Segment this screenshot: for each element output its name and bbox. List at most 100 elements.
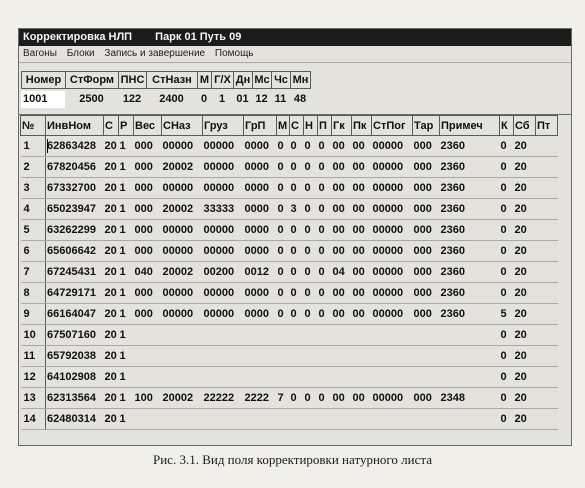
table-cell[interactable]: 1 xyxy=(118,219,134,241)
table-cell[interactable] xyxy=(535,324,558,346)
table-row[interactable]: 1 62863428 20 1 000 00000 00000 0000 0 0 0 0 00 00 000… xyxy=(20,135,558,157)
table-cell[interactable]: 0 xyxy=(499,324,514,346)
header-field-input[interactable]: 12 xyxy=(252,91,271,108)
table-cell[interactable] xyxy=(202,408,244,430)
table-row[interactable]: 9 66164047 20 1 000 00000 00000 0000 0 0 0 0 00 00 000… xyxy=(20,303,558,325)
table-cell[interactable]: 62480314 xyxy=(45,408,104,430)
header-field-input[interactable]: 2400 xyxy=(146,91,197,108)
table-row[interactable]: 12 64102908 20 1 0 20 xyxy=(20,366,558,388)
table-cell[interactable] xyxy=(439,324,500,346)
table-cell[interactable]: 00 xyxy=(351,177,372,199)
table-cell[interactable] xyxy=(289,408,304,430)
table-cell[interactable]: 00000 xyxy=(371,135,413,157)
table-cell[interactable]: 20002 xyxy=(161,261,203,283)
table-cell[interactable]: 000 xyxy=(412,198,440,220)
table-cell[interactable] xyxy=(331,408,352,430)
table-cell[interactable] xyxy=(161,408,203,430)
table-cell[interactable]: 00000 xyxy=(161,282,203,304)
table-cell[interactable]: 00 xyxy=(331,240,352,262)
table-cell[interactable]: 00000 xyxy=(202,156,244,178)
table-cell[interactable] xyxy=(351,324,372,346)
table-cell[interactable]: 0000 xyxy=(243,177,277,199)
table-cell[interactable]: 20 xyxy=(513,366,536,388)
table-cell[interactable]: 0 xyxy=(499,345,514,367)
table-cell[interactable]: 00000 xyxy=(371,261,413,283)
header-field-input[interactable]: 1 xyxy=(211,91,233,108)
table-cell[interactable]: 0 xyxy=(289,240,304,262)
table-cell[interactable] xyxy=(371,324,413,346)
table-cell[interactable]: 0 xyxy=(276,198,290,220)
table-cell[interactable] xyxy=(317,324,332,346)
table-cell[interactable]: 67820456 xyxy=(45,156,104,178)
table-cell[interactable] xyxy=(371,408,413,430)
table-cell[interactable] xyxy=(412,366,440,388)
table-cell[interactable]: 20 xyxy=(103,177,119,199)
table-cell[interactable]: 000 xyxy=(133,219,162,241)
table-cell[interactable] xyxy=(439,366,500,388)
table-cell[interactable]: 0000 xyxy=(243,282,277,304)
table-cell[interactable]: 64102908 xyxy=(45,366,104,388)
table-cell[interactable]: 20 xyxy=(513,282,536,304)
table-cell[interactable] xyxy=(289,324,304,346)
table-cell[interactable]: 000 xyxy=(412,177,440,199)
table-cell[interactable]: 20 xyxy=(103,282,119,304)
table-cell[interactable]: 000 xyxy=(133,135,162,157)
table-cell[interactable]: 00000 xyxy=(202,177,244,199)
table-cell[interactable]: 00000 xyxy=(161,177,203,199)
table-cell[interactable]: 00 xyxy=(331,303,352,325)
table-cell[interactable]: 67245431 xyxy=(45,261,104,283)
table-cell[interactable]: 20 xyxy=(513,387,536,409)
table-cell[interactable]: 1 xyxy=(118,198,134,220)
table-cell[interactable]: 0 xyxy=(276,261,290,283)
table-cell[interactable]: 0 xyxy=(499,177,514,199)
table-cell[interactable]: 20002 xyxy=(161,387,203,409)
table-cell[interactable]: 0 xyxy=(289,135,304,157)
table-cell[interactable]: 20002 xyxy=(161,156,203,178)
table-cell[interactable] xyxy=(535,156,558,178)
table-cell[interactable]: 00000 xyxy=(371,156,413,178)
table-row[interactable]: 8 64729171 20 1 000 00000 00000 0000 0 0 0 0 00 00 000… xyxy=(20,282,558,304)
table-cell[interactable]: 0000 xyxy=(243,135,277,157)
table-row[interactable]: 7 67245431 20 1 040 20002 00200 0012 0 0 0 0 04 00 000… xyxy=(20,261,558,283)
table-cell[interactable]: 1 xyxy=(118,282,134,304)
table-cell[interactable]: 0 xyxy=(289,219,304,241)
table-cell[interactable]: 100 xyxy=(133,387,162,409)
table-cell[interactable] xyxy=(535,387,558,409)
table-cell[interactable]: 0 xyxy=(303,156,318,178)
table-cell[interactable] xyxy=(535,366,558,388)
table-cell[interactable] xyxy=(535,282,558,304)
table-cell[interactable] xyxy=(439,408,500,430)
table-cell[interactable]: 0 xyxy=(303,261,318,283)
table-cell[interactable] xyxy=(303,366,318,388)
table-cell[interactable]: 65606642 xyxy=(45,240,104,262)
table-cell[interactable]: 04 xyxy=(331,261,352,283)
table-cell[interactable] xyxy=(317,408,332,430)
table-row[interactable]: 11 65792038 20 1 0 20 xyxy=(20,345,558,367)
table-cell[interactable]: 00000 xyxy=(371,282,413,304)
table-cell[interactable] xyxy=(133,345,162,367)
table-cell[interactable]: 00000 xyxy=(371,387,413,409)
table-cell[interactable] xyxy=(303,324,318,346)
table-cell[interactable]: 5 xyxy=(499,303,514,325)
header-field-input[interactable]: 1001 xyxy=(21,91,65,108)
table-cell[interactable]: 00 xyxy=(331,219,352,241)
table-cell[interactable]: 0 xyxy=(276,177,290,199)
table-cell[interactable]: 20 xyxy=(513,324,536,346)
table-cell[interactable] xyxy=(133,408,162,430)
table-cell[interactable] xyxy=(535,303,558,325)
table-cell[interactable]: 65792038 xyxy=(45,345,104,367)
table-cell[interactable]: 000 xyxy=(412,261,440,283)
table-cell[interactable]: 0 xyxy=(317,303,332,325)
table-cell[interactable]: 20 xyxy=(513,156,536,178)
table-cell[interactable]: 1 xyxy=(118,366,134,388)
table-cell[interactable]: 00 xyxy=(331,177,352,199)
table-cell[interactable]: 20 xyxy=(513,219,536,241)
table-cell[interactable]: 00000 xyxy=(371,198,413,220)
table-cell[interactable]: 64729171 xyxy=(45,282,104,304)
table-cell[interactable]: 00000 xyxy=(161,135,203,157)
table-cell[interactable] xyxy=(303,408,318,430)
table-cell[interactable] xyxy=(412,345,440,367)
table-cell[interactable]: 20 xyxy=(103,303,119,325)
table-cell[interactable]: 1 xyxy=(118,177,134,199)
table-cell[interactable] xyxy=(535,198,558,220)
